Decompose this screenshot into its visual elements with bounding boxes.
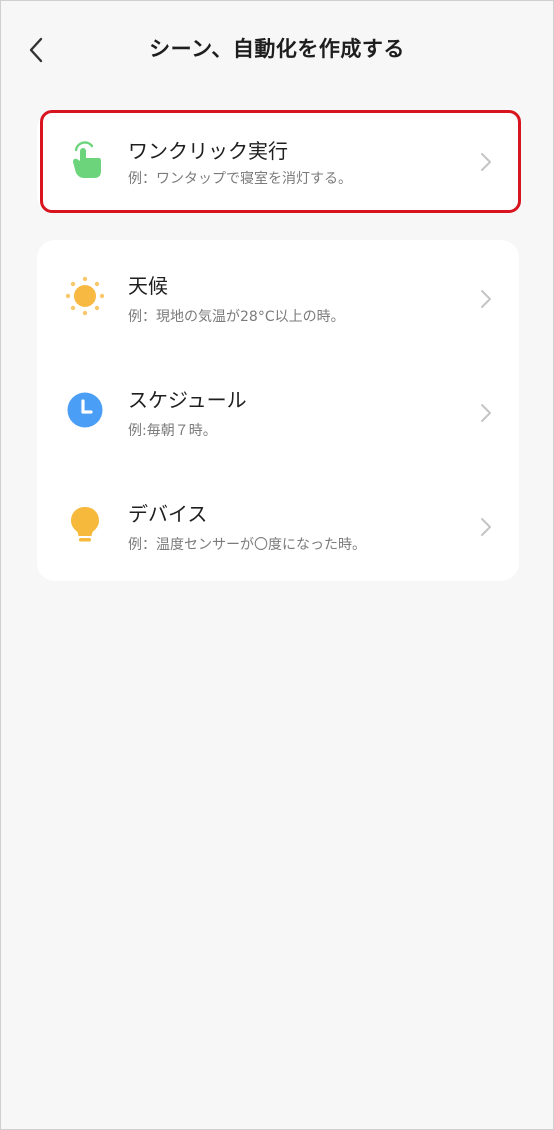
tap-hand-icon [73, 141, 101, 178]
one-click-card: ワンクリック実行 例：ワンタップで寝室を消灯する。 [37, 111, 519, 213]
device-desc: 例：温度センサーが〇度になった時。 [128, 537, 366, 553]
weather-option[interactable]: 天候 例：現地の気温が28°C以上の時。 [37, 250, 519, 350]
conditions-card: 天候 例：現地の気温が28°C以上の時。 スケジュール 例:毎朝７時。 デバイス… [37, 240, 519, 581]
one-click-option[interactable]: ワンクリック実行 例：ワンタップで寝室を消灯する。 [37, 111, 519, 211]
schedule-option[interactable]: スケジュール 例:毎朝７時。 [37, 364, 519, 464]
page-title: シーン、自動化を作成する [149, 37, 405, 61]
device-option[interactable]: デバイス 例：温度センサーが〇度になった時。 [37, 478, 519, 578]
weather-desc: 例：現地の気温が28°C以上の時。 [128, 309, 345, 325]
chevron-right-icon [481, 518, 491, 536]
clock-icon [67, 392, 103, 428]
one-click-label: ワンクリック実行 [128, 139, 288, 163]
lightbulb-icon [71, 507, 99, 542]
schedule-label: スケジュール [128, 388, 247, 412]
sun-icon [65, 276, 105, 316]
schedule-desc: 例:毎朝７時。 [128, 423, 217, 439]
weather-label: 天候 [128, 274, 168, 298]
chevron-right-icon [481, 290, 491, 308]
header: シーン、自動化を作成する [1, 1, 553, 97]
one-click-desc: 例：ワンタップで寝室を消灯する。 [128, 171, 352, 187]
chevron-right-icon [481, 404, 491, 422]
device-label: デバイス [128, 502, 208, 526]
chevron-right-icon [481, 153, 491, 171]
